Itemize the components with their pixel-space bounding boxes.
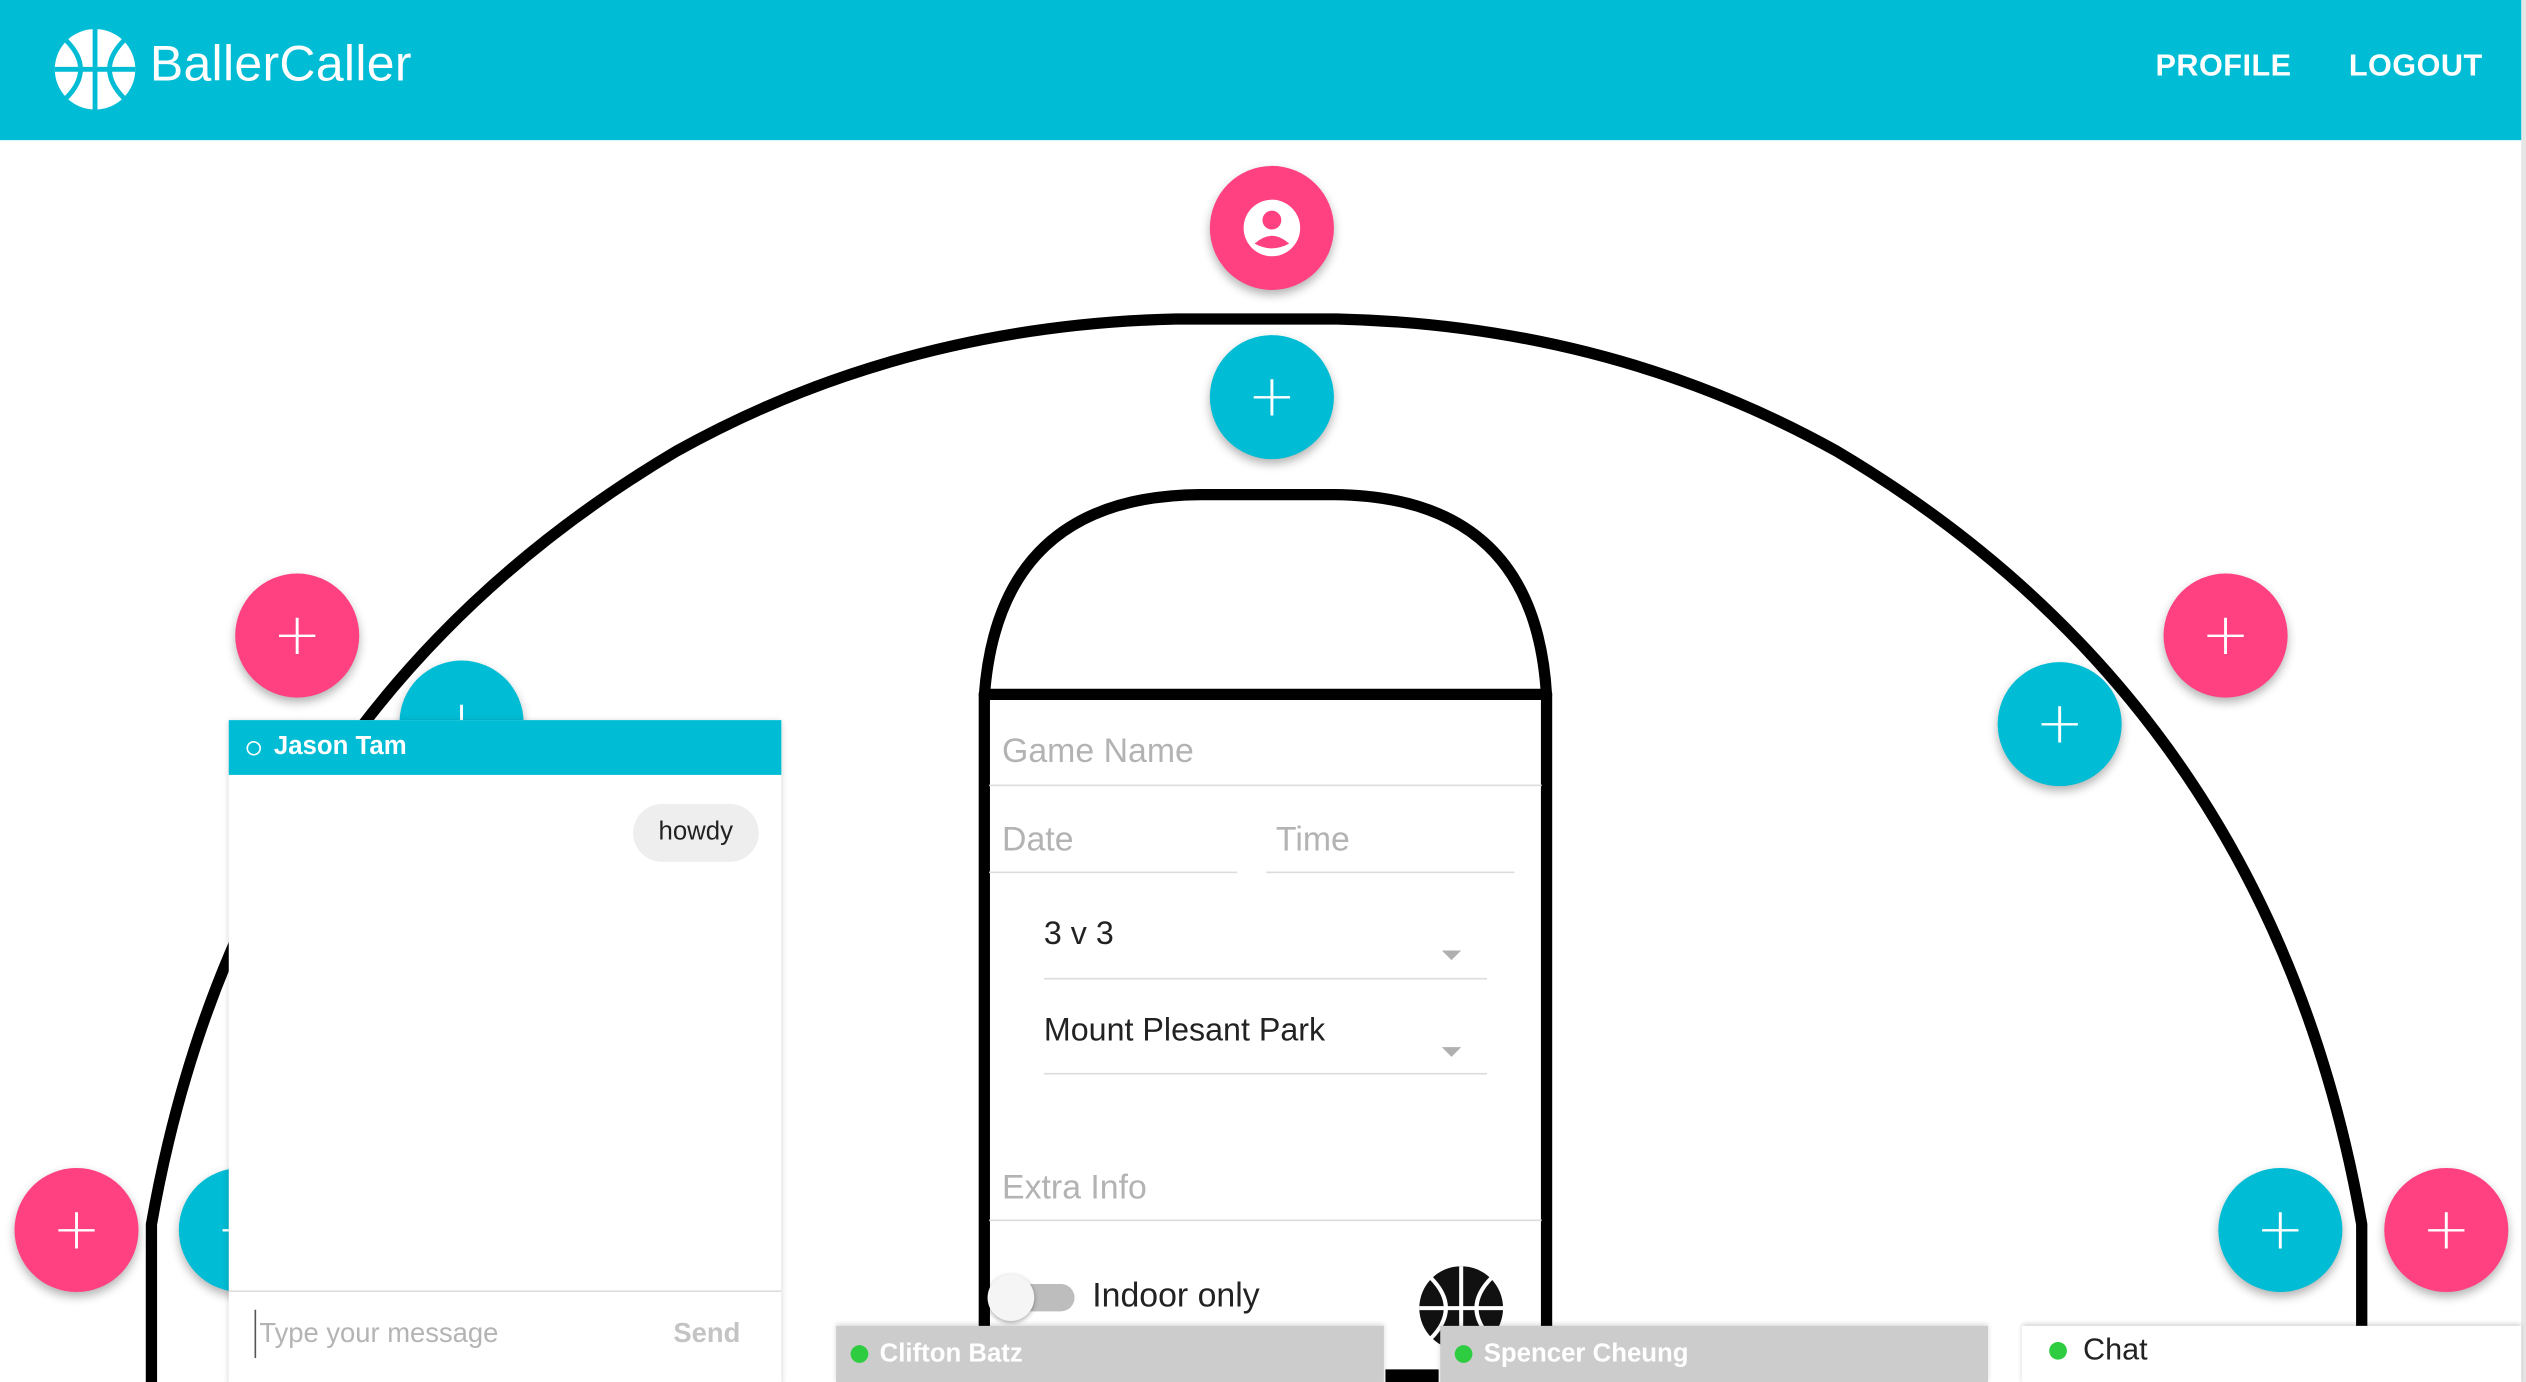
online-status-icon — [2049, 1341, 2067, 1360]
add-player-button[interactable]: + — [1997, 662, 2122, 787]
logout-link[interactable]: LOGOUT — [2349, 50, 2483, 85]
chat-message-input[interactable] — [254, 1309, 650, 1359]
add-player-button[interactable]: + — [2163, 573, 2288, 698]
location-select[interactable]: Mount Plesant Park — [1044, 1013, 1325, 1050]
plus-icon: + — [2421, 1196, 2471, 1264]
plus-icon: + — [52, 1196, 101, 1264]
chat-tab-label: Spencer Cheung — [1483, 1340, 1689, 1368]
game-type-select[interactable]: 3 v 3 — [1044, 917, 1114, 954]
chat-tab-clifton[interactable]: Clifton Batz — [836, 1325, 1384, 1382]
plus-icon: + — [2256, 1196, 2305, 1264]
chat-tab-label: Clifton Batz — [879, 1340, 1023, 1368]
chat-tab-spencer[interactable]: Spencer Cheung — [1440, 1325, 1988, 1382]
basketball-logo-icon[interactable] — [52, 26, 139, 113]
player-profile-button[interactable] — [1209, 165, 1334, 290]
extra-info-field[interactable]: Extra Info — [1002, 1170, 1147, 1209]
profile-link[interactable]: PROFILE — [2156, 50, 2292, 85]
add-player-button[interactable]: + — [2218, 1167, 2343, 1293]
send-button[interactable]: Send — [673, 1318, 740, 1350]
app-viewport: BallerCaller PROFILE LOGOUT + + + + + + … — [0, 0, 2526, 1382]
location-underline — [1043, 1072, 1487, 1075]
plus-icon: + — [2201, 602, 2250, 669]
chat-divider — [228, 1290, 782, 1293]
add-player-button[interactable]: + — [1209, 335, 1334, 460]
time-field[interactable]: Time — [1276, 822, 1350, 861]
offline-status-icon — [246, 741, 261, 756]
indoor-toggle-label: Indoor only — [1092, 1277, 1260, 1315]
chat-window-header[interactable]: Jason Tam — [228, 720, 782, 775]
chat-launcher-label: Chat — [2083, 1333, 2148, 1368]
chat-message-bubble: howdy — [632, 803, 759, 862]
chat-window: Jason Tam howdy Send — [228, 720, 782, 1382]
game-type-underline — [1043, 977, 1487, 980]
add-player-button[interactable]: + — [14, 1167, 139, 1293]
brand-name[interactable]: BallerCaller — [150, 35, 412, 93]
chevron-down-icon[interactable] — [1441, 1047, 1462, 1057]
online-status-icon — [1454, 1345, 1473, 1363]
plus-icon: + — [1247, 364, 1297, 431]
chevron-down-icon[interactable] — [1441, 950, 1462, 961]
plus-icon: + — [2035, 691, 2084, 758]
extra-info-underline — [989, 1219, 1542, 1222]
account-circle-icon — [1243, 199, 1301, 257]
add-player-button[interactable]: + — [2384, 1167, 2509, 1293]
game-name-underline — [989, 784, 1542, 787]
add-player-button[interactable]: + — [235, 573, 360, 698]
chat-launcher[interactable]: Chat — [2021, 1325, 2522, 1382]
app-frame: BallerCaller PROFILE LOGOUT + + + + + + … — [0, 0, 2526, 1382]
app-header: BallerCaller PROFILE LOGOUT — [0, 0, 2526, 141]
plus-icon: + — [272, 602, 322, 669]
date-field[interactable]: Date — [1002, 822, 1073, 861]
indoor-toggle-thumb[interactable] — [987, 1274, 1035, 1322]
chat-contact-name: Jason Tam — [273, 733, 407, 761]
date-underline — [989, 871, 1238, 874]
time-underline — [1266, 871, 1515, 874]
online-status-icon — [850, 1345, 869, 1363]
game-name-field[interactable]: Game Name — [1002, 733, 1194, 772]
